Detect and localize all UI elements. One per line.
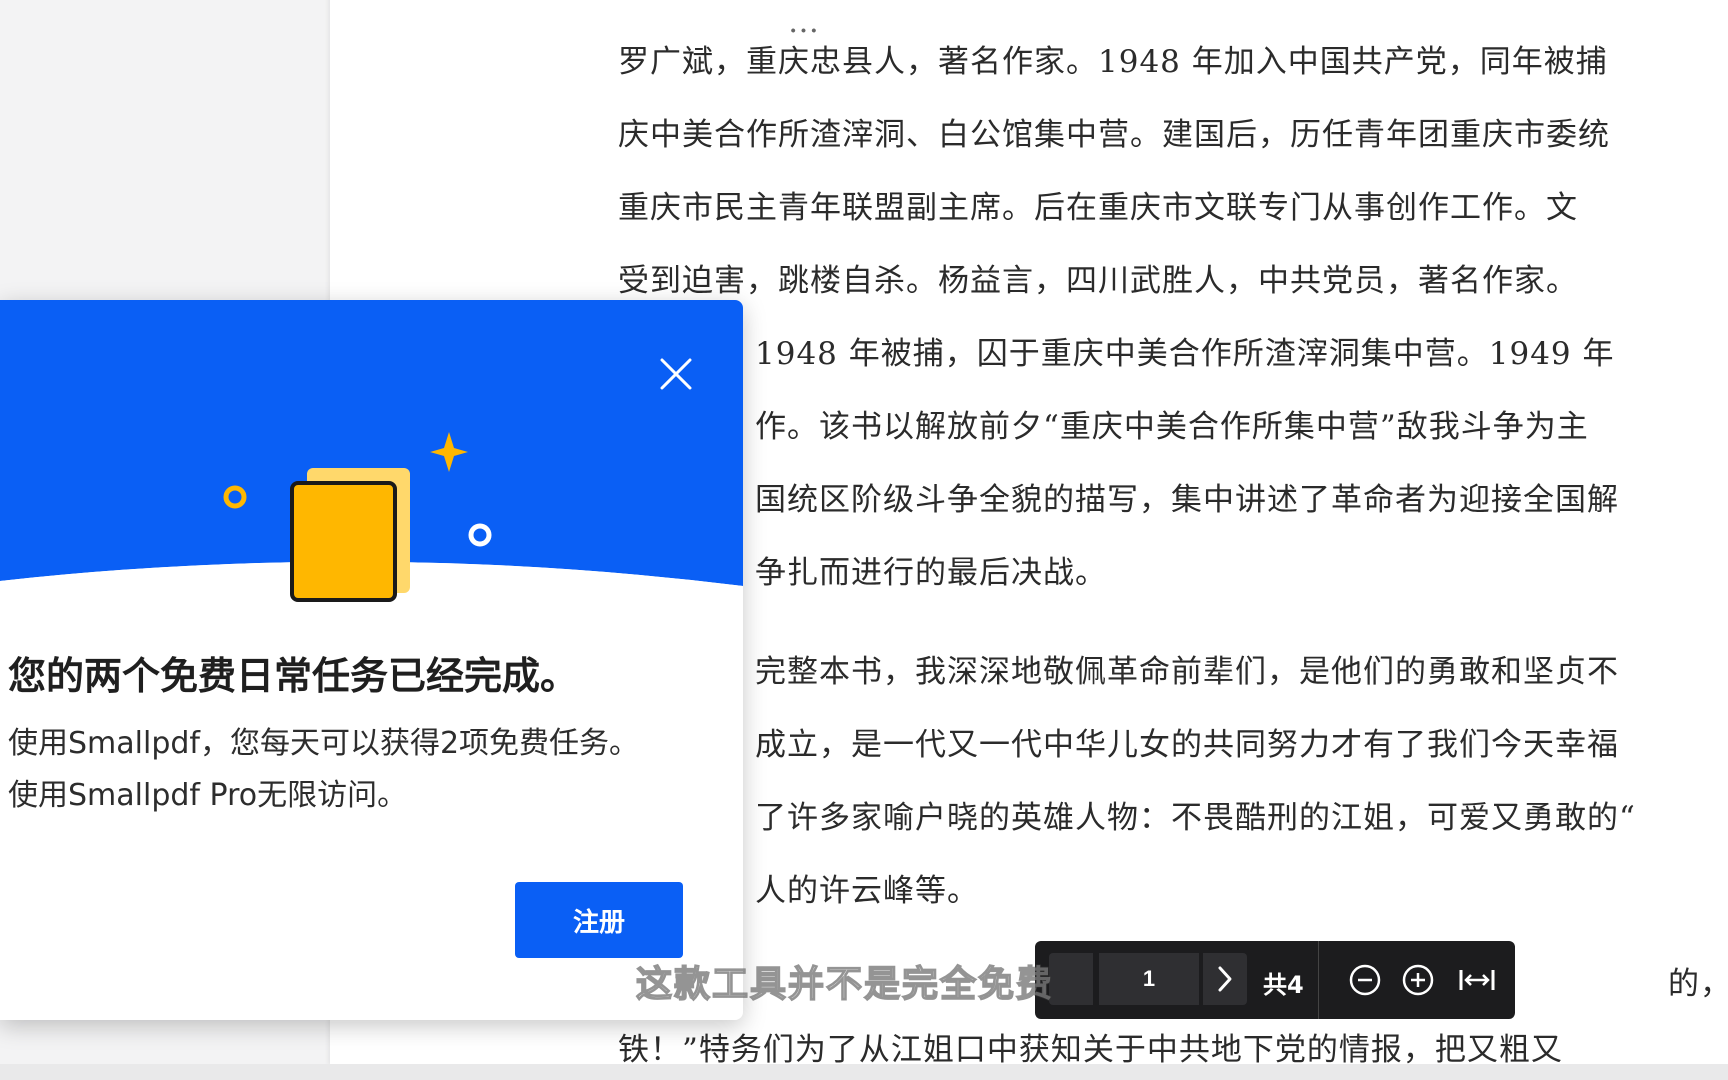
document-line: 完整本书，我深深地敬佩革命前辈们，是他们的勇敢和坚贞不 bbox=[755, 654, 1619, 690]
fit-width-button[interactable] bbox=[1458, 961, 1496, 999]
dialog-title: 您的两个免费日常任务已经完成。 bbox=[8, 654, 579, 698]
document-line: 争扎而进行的最后决战。 bbox=[755, 555, 1107, 591]
document-line: 受到迫害，跳楼自杀。杨益言，四川武胜人，中共党员，著名作家。 bbox=[618, 263, 1578, 299]
fit-width-icon bbox=[1459, 970, 1495, 990]
zoom-in-button[interactable] bbox=[1399, 961, 1437, 999]
document-line: 罗广斌，重庆忠县人，著名作家。1948 年加入中国共产党，同年被捕 bbox=[618, 44, 1608, 80]
page-number-input[interactable] bbox=[1099, 953, 1199, 1005]
document-line: 成立，是一代又一代中华儿女的共同努力才有了我们今天幸福 bbox=[755, 727, 1619, 763]
next-page-button[interactable] bbox=[1203, 953, 1247, 1005]
dialog-body: 使用Smallpdf，您每天可以获得2项免费任务。使用Smallpdf Pro无… bbox=[8, 726, 640, 813]
document-line: 1948 年被捕，囚于重庆中美合作所渣滓洞集中营。1949 年 bbox=[755, 336, 1615, 372]
document-line: 了许多家喻户晓的英雄人物：不畏酷刑的江姐，可爱又勇敢的“ bbox=[755, 800, 1636, 836]
document-line: 庆中美合作所渣滓洞、白公馆集中营。建国后，历任青年团重庆市委统 bbox=[618, 117, 1610, 153]
zoom-out-button[interactable] bbox=[1346, 961, 1384, 999]
close-button[interactable] bbox=[650, 348, 702, 400]
zoom-out-icon bbox=[1349, 964, 1381, 996]
document-line: 人的许云峰等。 bbox=[755, 873, 979, 909]
document-line: 的，共产党人的 bbox=[1668, 966, 1728, 1002]
page-toolbar: 共4 bbox=[1035, 941, 1515, 1019]
document-line: 重庆市民主青年联盟副主席。后在重庆市文联专门从事创作工作。文 bbox=[618, 190, 1578, 226]
video-subtitle: 这款工具并不是完全免费 bbox=[635, 963, 1055, 1006]
zoom-in-icon bbox=[1402, 964, 1434, 996]
chevron-right-icon bbox=[1218, 966, 1232, 992]
document-line-partial-top: … bbox=[788, 4, 820, 40]
signup-button[interactable]: 注册 bbox=[515, 882, 683, 958]
previous-page-button[interactable] bbox=[1049, 953, 1093, 1005]
dialog-hero-illustration bbox=[0, 300, 743, 620]
document-line: 国统区阶级斗争全貌的描写，集中讲述了革命者为迎接全国解 bbox=[755, 482, 1619, 518]
bottom-scroll-strip bbox=[0, 1064, 1728, 1080]
page-total: 共4 bbox=[1263, 971, 1304, 999]
document-line: 作。该书以解放前夕“重庆中美合作所集中营”敌我斗争为主 bbox=[755, 409, 1589, 445]
document-line: 铁！”特务们为了从江姐口中获知关于中共地下党的情报，把又粗又 bbox=[618, 1032, 1563, 1065]
toolbar-divider bbox=[1318, 941, 1319, 1019]
task-limit-dialog: 您的两个免费日常任务已经完成。 使用Smallpdf，您每天可以获得2项免费任务… bbox=[0, 300, 743, 1020]
close-icon bbox=[660, 358, 692, 390]
